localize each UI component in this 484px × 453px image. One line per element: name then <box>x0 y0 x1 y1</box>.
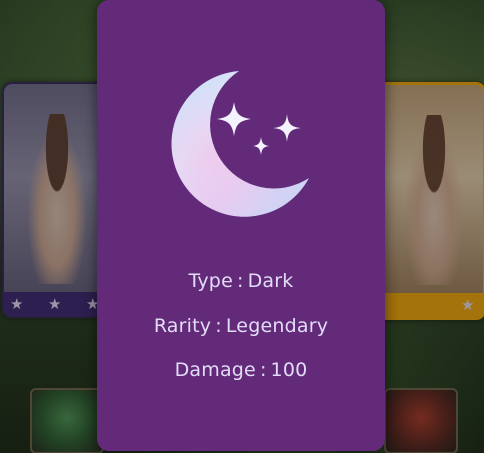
stat-value: Dark <box>247 270 294 292</box>
stat-label: Damage <box>174 359 256 381</box>
stat-label: Rarity <box>153 315 212 337</box>
stat-separator: : <box>236 270 244 292</box>
stat-value: Legendary <box>225 315 329 337</box>
game-scene: ★ ★ ★ ★ Type: Dark Rarity: Legendary D… <box>0 0 484 453</box>
card-detail-modal: Type: Dark Rarity: Legendary Damage:100 <box>97 0 385 451</box>
stat-value: 100 <box>270 359 308 381</box>
stat-damage: Damage:100 <box>97 359 385 381</box>
stat-rarity: Rarity: Legendary <box>97 315 385 337</box>
crescent-moon-with-sparkles-icon <box>167 68 317 224</box>
stat-separator: : <box>259 359 267 381</box>
stat-type: Type: Dark <box>97 270 385 292</box>
stat-separator: : <box>215 315 222 337</box>
stat-label: Type <box>188 270 233 292</box>
